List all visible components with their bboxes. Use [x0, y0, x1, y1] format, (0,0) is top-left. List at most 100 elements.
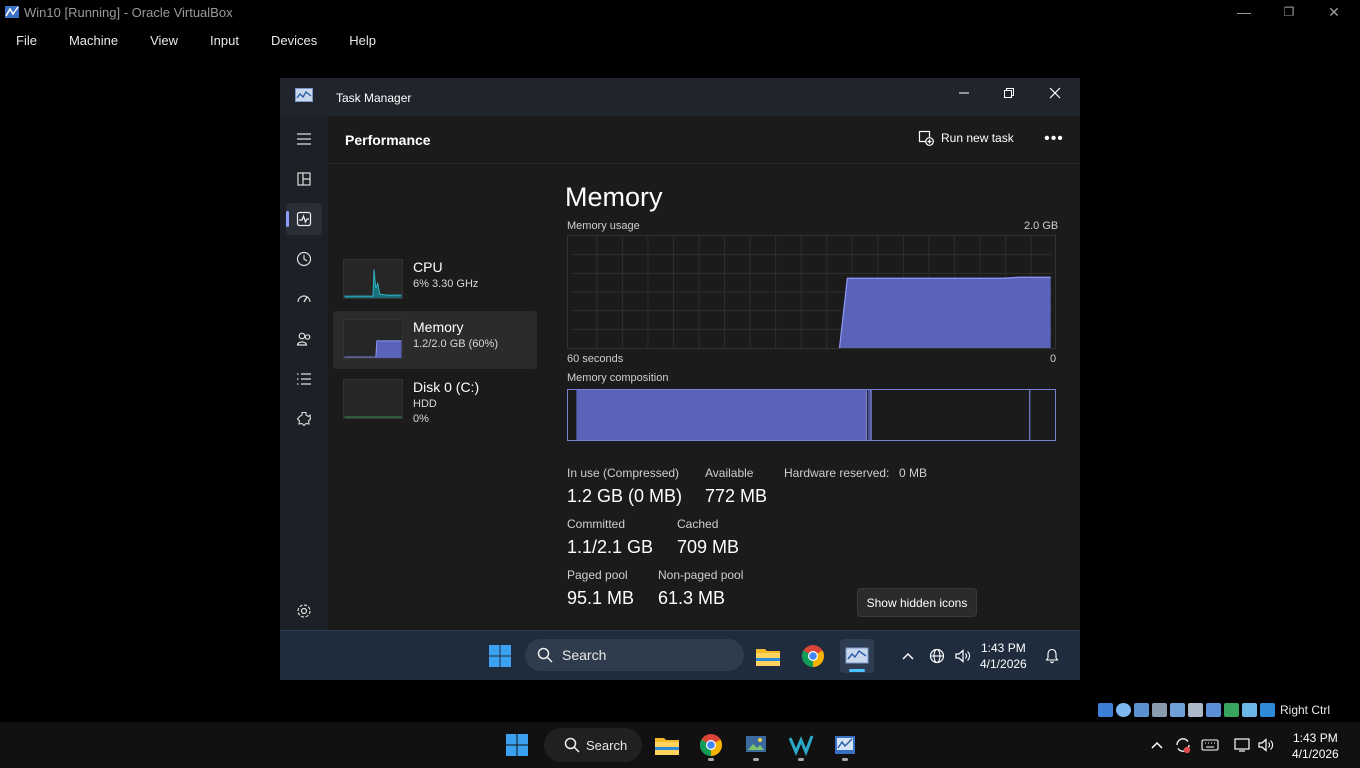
run-new-task-icon [918, 130, 934, 146]
guest-chrome-button[interactable] [796, 639, 830, 673]
resource-memory[interactable]: Memory 1.2/2.0 GB (60%) [333, 311, 537, 369]
resource-name: Memory [413, 319, 464, 335]
guest-search-box[interactable]: Search [525, 639, 744, 671]
more-options-button[interactable]: ••• [1042, 128, 1066, 150]
tm-close-button[interactable] [1032, 78, 1078, 108]
tm-minimize-button[interactable] [941, 78, 987, 108]
usb-status-icon[interactable] [1170, 703, 1185, 717]
running-indicator [842, 758, 848, 761]
page-title: Performance [345, 132, 431, 148]
menu-file[interactable]: File [0, 33, 53, 48]
host-chrome-button[interactable] [694, 729, 728, 761]
minimize-button[interactable]: — [1221, 0, 1267, 24]
show-hidden-icons-button[interactable] [891, 639, 925, 673]
notifications-button[interactable] [1038, 639, 1066, 673]
menu-input[interactable]: Input [194, 33, 255, 48]
minimize-icon [959, 92, 969, 94]
tm-restore-button[interactable] [986, 78, 1032, 108]
nav-settings[interactable] [286, 595, 322, 627]
nav-active-indicator [286, 211, 289, 227]
file-explorer-icon [756, 649, 780, 666]
guest-task-manager-button[interactable] [840, 639, 874, 673]
menu-view[interactable]: View [134, 33, 194, 48]
hamburger-menu-button[interactable] [286, 123, 322, 155]
virtualbox-app-icon [5, 6, 19, 18]
menu-devices[interactable]: Devices [255, 33, 333, 48]
resource-disk[interactable]: Disk 0 (C:) HDD 0% [333, 371, 537, 429]
network-button[interactable] [925, 639, 949, 673]
host-search-box[interactable]: Search [544, 728, 642, 762]
resource-detail: 1.2/2.0 GB (60%) [413, 338, 498, 350]
host-virtualbox-button[interactable] [828, 729, 862, 761]
resource-detail-2: 0% [413, 413, 429, 425]
file-explorer-icon [655, 738, 679, 755]
memory-usage-graph [567, 235, 1056, 349]
host-search-placeholder: Search [586, 737, 628, 753]
audio-status-icon[interactable] [1134, 703, 1149, 717]
menu-machine[interactable]: Machine [53, 33, 134, 48]
chevron-up-icon [902, 652, 914, 660]
guest-start-button[interactable] [483, 639, 517, 673]
task-manager-app-icon [295, 88, 313, 102]
nav-processes[interactable] [286, 163, 322, 195]
search-icon [537, 647, 553, 663]
memory-thumbnail-graph [343, 319, 403, 359]
globe-icon [929, 648, 945, 664]
virtualization-status-icon[interactable] [1242, 703, 1257, 717]
host-sync-button[interactable] [1170, 729, 1196, 761]
host-key-label: Right Ctrl [1280, 703, 1331, 717]
nav-users[interactable] [286, 323, 322, 355]
keyboard-icon [1201, 739, 1219, 751]
host-app-button[interactable] [739, 729, 773, 761]
details-icon [297, 373, 311, 385]
nav-performance[interactable] [286, 203, 322, 235]
active-app-indicator [849, 669, 865, 672]
memory-heading: Memory [565, 182, 663, 212]
menu-help[interactable]: Help [333, 33, 392, 48]
cpu-thumbnail-graph [343, 259, 403, 299]
paged-pool-value: 95.1 MB [567, 588, 635, 608]
maximize-button[interactable]: ❐ [1266, 0, 1312, 24]
hard-disk-status-icon[interactable] [1098, 703, 1113, 717]
run-new-task-button[interactable]: Run new task [918, 130, 1014, 146]
nav-startup-apps[interactable] [286, 283, 322, 315]
guest-search-placeholder: Search [562, 647, 607, 663]
mouse-integration-status-icon[interactable] [1260, 703, 1275, 717]
nav-app-history[interactable] [286, 243, 322, 275]
available-label: Available [705, 466, 754, 480]
host-clock[interactable]: 1:43 PM 4/1/2026 [1292, 730, 1339, 762]
close-button[interactable]: ✕ [1311, 0, 1357, 24]
nav-details[interactable] [286, 363, 322, 395]
in-use-value: 1.2 GB (0 MB) [567, 486, 683, 506]
task-manager-icon [845, 647, 869, 664]
host-show-hidden-icons-button[interactable] [1144, 729, 1170, 761]
recording-status-icon[interactable] [1224, 703, 1239, 717]
host-start-button[interactable] [500, 729, 534, 761]
services-icon [296, 411, 312, 427]
users-icon [296, 332, 311, 346]
host-vscode-button[interactable] [784, 729, 818, 761]
resource-cpu[interactable]: CPU 6% 3.30 GHz [333, 251, 537, 309]
display-status-icon[interactable] [1206, 703, 1221, 717]
shared-folders-status-icon[interactable] [1188, 703, 1203, 717]
task-manager-title: Task Manager [336, 91, 412, 105]
virtualbox-titlebar: Win10 [Running] - Oracle VirtualBox [0, 0, 1360, 24]
non-paged-pool-value: 61.3 MB [658, 588, 726, 608]
in-use-label: In use (Compressed) [567, 466, 680, 480]
host-file-explorer-button[interactable] [650, 729, 684, 761]
nav-services[interactable] [286, 403, 322, 435]
host-keyboard-button[interactable] [1197, 729, 1223, 761]
guest-clock[interactable]: 1:43 PM 4/1/2026 [980, 640, 1027, 672]
window-title: Win10 [Running] - Oracle VirtualBox [24, 4, 233, 20]
paged-pool-label: Paged pool [567, 568, 628, 582]
network-status-icon[interactable] [1152, 703, 1167, 717]
host-taskbar: Search 1:43 PM 4/1/2026 [0, 722, 1360, 768]
speaker-icon [1258, 738, 1273, 752]
optical-drive-status-icon[interactable] [1116, 703, 1131, 717]
volume-button[interactable] [951, 639, 975, 673]
host-volume-button[interactable] [1253, 729, 1279, 761]
guest-file-explorer-button[interactable] [751, 639, 785, 673]
committed-value: 1.1/2.1 GB [567, 537, 654, 557]
running-indicator [708, 758, 714, 761]
resource-detail: 6% 3.30 GHz [413, 278, 479, 290]
